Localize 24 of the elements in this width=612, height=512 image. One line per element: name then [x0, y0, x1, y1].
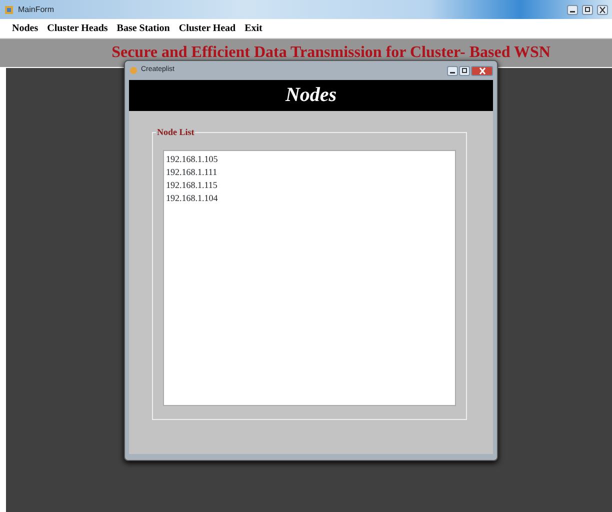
maximize-icon [583, 6, 592, 14]
app-heading: Secure and Efficient Data Transmission for Cluster- Based WSN [112, 44, 550, 61]
list-item[interactable]: 192.168.1.111 [166, 166, 453, 179]
maximize-button[interactable] [582, 4, 593, 14]
maximize-icon [460, 66, 469, 74]
list-item[interactable]: 192.168.1.104 [166, 192, 453, 205]
app-icon [4, 4, 14, 14]
window-title: MainForm [18, 4, 54, 16]
list-item[interactable]: 192.168.1.115 [166, 179, 453, 192]
menu-item[interactable]: Cluster Head [178, 21, 236, 36]
menu-item[interactable]: Nodes [12, 21, 38, 36]
menu-item[interactable]: Base Station [116, 21, 170, 36]
close-button[interactable] [597, 4, 608, 14]
close-button[interactable] [471, 66, 493, 76]
app-icon [129, 66, 138, 75]
minimize-button[interactable] [567, 4, 578, 14]
minimize-button[interactable] [447, 66, 458, 76]
close-icon [478, 66, 486, 74]
menu-item[interactable]: Cluster Heads [47, 21, 108, 36]
dialog-header: Nodes [129, 80, 493, 111]
close-icon [598, 6, 607, 14]
list-item[interactable]: 192.168.1.105 [166, 153, 453, 166]
maximize-button[interactable] [459, 66, 470, 76]
menu-item[interactable]: Exit [244, 21, 262, 36]
